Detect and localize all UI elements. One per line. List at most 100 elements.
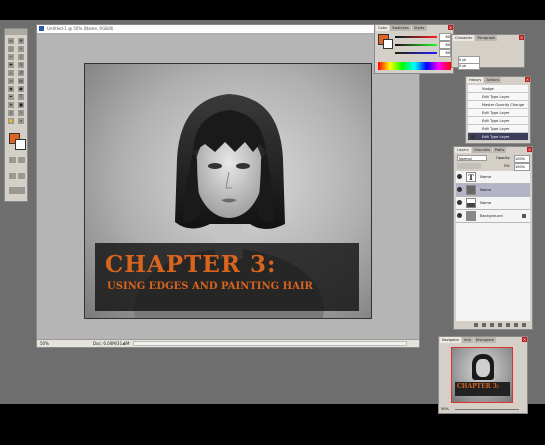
layer-mask-icon[interactable] xyxy=(490,323,494,327)
chapter-title: CHAPTER 3: xyxy=(105,251,277,278)
layer-name[interactable]: Background xyxy=(480,210,503,222)
fill-label: Fill: xyxy=(504,164,510,168)
navigator-face-shape xyxy=(476,359,490,377)
new-layer-icon[interactable] xyxy=(514,323,518,327)
slice-tool-icon[interactable]: ∕ xyxy=(18,54,24,60)
blue-slider[interactable] xyxy=(395,52,437,54)
red-slider[interactable] xyxy=(395,36,437,38)
hand-tool-icon[interactable]: ✋ xyxy=(8,118,14,124)
tab-info[interactable]: Info xyxy=(462,337,473,343)
fill-field[interactable]: 100% xyxy=(514,163,530,171)
tab-character[interactable]: Character xyxy=(453,35,475,41)
marquee-tool-icon[interactable]: ▭ xyxy=(8,38,14,44)
tab-color[interactable]: Color xyxy=(376,25,390,31)
magic-wand-tool-icon[interactable]: ✧ xyxy=(18,46,24,52)
lock-icon xyxy=(522,214,526,218)
navigator-panel-close-icon[interactable]: × xyxy=(522,337,527,342)
healing-brush-tool-icon[interactable]: ✚ xyxy=(8,62,14,68)
zoom-level[interactable]: 50% xyxy=(40,340,49,347)
visibility-eye-icon[interactable] xyxy=(457,187,462,192)
layer-name[interactable]: Name xyxy=(480,184,491,196)
history-item[interactable]: Edit Type Layer xyxy=(468,93,528,101)
horizontal-scrollbar[interactable] xyxy=(133,341,407,346)
path-selection-tool-icon[interactable]: ➤ xyxy=(8,102,14,108)
layer-name[interactable]: Name xyxy=(480,171,491,183)
tab-styles[interactable]: Styles xyxy=(411,25,427,31)
quick-mask-mode-icon[interactable] xyxy=(18,157,25,163)
tab-histogram[interactable]: Histogram xyxy=(473,337,496,343)
tracking-field[interactable]: 0 pt xyxy=(458,63,480,70)
screen-mode-full-icon[interactable] xyxy=(18,173,25,179)
shape-tool-icon[interactable]: ■ xyxy=(18,102,24,108)
layer-name[interactable]: Name xyxy=(480,197,491,209)
pen-tool-icon[interactable]: ✒ xyxy=(8,94,14,100)
tab-paths[interactable]: Paths xyxy=(492,147,507,153)
tab-layers[interactable]: Layers xyxy=(455,147,471,153)
link-layers-icon[interactable] xyxy=(474,323,478,327)
blue-value[interactable]: 80 xyxy=(439,49,451,57)
layer-row-selected[interactable]: Name xyxy=(456,184,530,197)
tab-channels[interactable]: Channels xyxy=(471,147,492,153)
delete-layer-icon[interactable] xyxy=(522,323,526,327)
crop-tool-icon[interactable]: ⌐ xyxy=(8,54,14,60)
jump-to-imageready-icon[interactable] xyxy=(9,187,25,194)
document-window: Untitled-1 @ 50% (Name, RGB/8) CHAPTER 3… xyxy=(36,24,420,348)
history-item[interactable]: Edit Type Layer xyxy=(468,125,528,133)
layer-row[interactable]: T Name xyxy=(456,171,530,184)
layer-row[interactable]: Name xyxy=(456,197,530,210)
eyedropper-tool-icon[interactable]: ⌇ xyxy=(18,110,24,116)
layer-row[interactable]: Background xyxy=(456,210,530,223)
eraser-tool-icon[interactable]: ▱ xyxy=(8,78,14,84)
adjustment-layer-icon[interactable] xyxy=(498,323,502,327)
color-panel-close-icon[interactable]: × xyxy=(448,25,453,30)
notes-tool-icon[interactable]: ▯ xyxy=(8,110,14,116)
green-slider[interactable] xyxy=(395,44,437,46)
tab-history[interactable]: History xyxy=(467,77,484,83)
new-group-icon[interactable] xyxy=(506,323,510,327)
lock-icons[interactable] xyxy=(457,163,481,169)
navigator-thumbnail[interactable]: CHAPTER 3: xyxy=(451,347,513,403)
document-title-bar[interactable]: Untitled-1 @ 50% (Name, RGB/8) xyxy=(37,25,419,34)
bg-color-swatch[interactable] xyxy=(383,39,393,49)
type-tool-icon[interactable]: T xyxy=(18,94,24,100)
history-item-selected[interactable]: Edit Type Layer xyxy=(468,133,528,141)
type-layer-thumbnail-icon: T xyxy=(466,172,476,182)
gradient-tool-icon[interactable]: ▤ xyxy=(18,78,24,84)
quick-mask-icon[interactable] xyxy=(9,157,16,163)
status-menu-arrow-icon[interactable]: ▸ xyxy=(123,340,125,347)
screen-mode-icon[interactable] xyxy=(9,173,16,179)
visibility-eye-icon[interactable] xyxy=(457,213,462,218)
history-item[interactable]: Edit Type Layer xyxy=(468,117,528,125)
tab-actions[interactable]: Actions xyxy=(484,77,502,83)
history-item[interactable]: Master Opacity Change xyxy=(468,101,528,109)
lasso-tool-icon[interactable]: ◌ xyxy=(8,46,14,52)
blend-mode-select[interactable]: Normal xyxy=(457,155,487,161)
character-panel-close-icon[interactable]: × xyxy=(519,35,524,40)
navigator-zoom-slider[interactable] xyxy=(455,409,519,410)
tab-swatches[interactable]: Swatches xyxy=(390,25,411,31)
spectrum-bar[interactable] xyxy=(378,62,451,70)
clone-stamp-tool-icon[interactable]: ⊥ xyxy=(8,70,14,76)
green-value[interactable]: 80 xyxy=(439,41,451,49)
history-brush-tool-icon[interactable]: ↺ xyxy=(18,70,24,76)
blur-tool-icon[interactable]: ◆ xyxy=(8,86,14,92)
visibility-eye-icon[interactable] xyxy=(457,200,462,205)
visibility-eye-icon[interactable] xyxy=(457,174,462,179)
move-tool-icon[interactable]: ✥ xyxy=(18,38,24,44)
history-panel-close-icon[interactable]: × xyxy=(525,77,530,82)
history-item[interactable]: Edit Type Layer xyxy=(468,109,528,117)
layers-panel-close-icon[interactable]: × xyxy=(527,147,532,152)
tab-paragraph[interactable]: Paragraph xyxy=(475,35,498,41)
navigator-panel-tabs: Navigator Info Histogram xyxy=(439,337,527,343)
chapter-banner: CHAPTER 3: USING EDGES AND PAINTING HAIR xyxy=(95,243,359,311)
history-item[interactable]: Nudge xyxy=(468,85,528,93)
red-value[interactable]: 80 xyxy=(439,33,451,41)
tab-navigator[interactable]: Navigator xyxy=(440,337,462,343)
brush-tool-icon[interactable]: ✎ xyxy=(18,62,24,68)
navigator-zoom[interactable]: 50% xyxy=(441,406,449,412)
dodge-tool-icon[interactable]: ● xyxy=(18,86,24,92)
opacity-field[interactable]: 100% xyxy=(514,155,530,163)
layer-style-icon[interactable] xyxy=(482,323,486,327)
background-color-swatch[interactable] xyxy=(15,139,26,150)
zoom-tool-icon[interactable]: ⌕ xyxy=(18,118,24,124)
